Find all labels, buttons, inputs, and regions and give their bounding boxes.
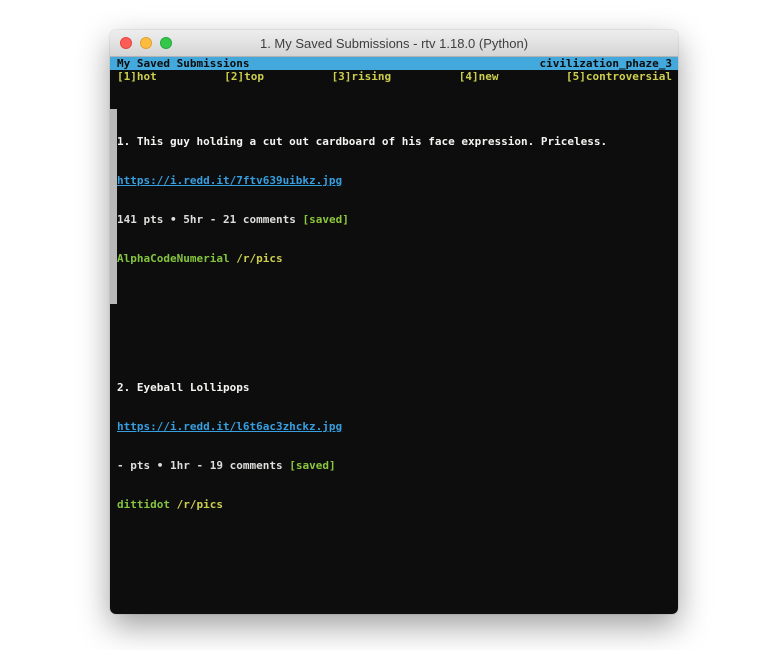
submission-title: 1. This guy holding a cut out cardboard … (117, 135, 672, 148)
status-header-bar: My Saved Submissions civilization_phaze_… (110, 57, 678, 70)
submission-row[interactable]: 3. This group of kittens love their owne… (117, 601, 672, 614)
saved-badge: [saved] (289, 459, 335, 472)
sort-top[interactable]: [2]top (224, 70, 264, 83)
submission-byline: AlphaCodeNumerial /r/pics (117, 252, 672, 265)
submission-byline: dittidot /r/pics (117, 498, 672, 511)
age-and-comments: 1hr - 19 comments (163, 459, 289, 472)
submission-stats: - pts • 1hr - 19 comments [saved] (117, 459, 672, 472)
rtv-terminal: My Saved Submissions civilization_phaze_… (110, 57, 678, 614)
submission-stats: 141 pts • 5hr - 21 comments [saved] (117, 213, 672, 226)
points-count: - pts (117, 459, 157, 472)
logged-in-username: civilization_phaze_3 (540, 57, 672, 70)
rtv-window: 1. My Saved Submissions - rtv 1.18.0 (Py… (110, 30, 678, 614)
submission-author: AlphaCodeNumerial (117, 252, 230, 265)
submission-title-line: 1. This guy holding a cut out cardboard … (117, 135, 672, 148)
submission-row[interactable]: 1. This guy holding a cut out cardboard … (117, 109, 672, 304)
sort-hot[interactable]: [1]hot (117, 70, 157, 83)
submission-subreddit: /r/pics (236, 252, 282, 265)
window-titlebar[interactable]: 1. My Saved Submissions - rtv 1.18.0 (Py… (110, 30, 678, 57)
window-title: 1. My Saved Submissions - rtv 1.18.0 (Py… (110, 36, 678, 51)
submission-link[interactable]: https://i.redd.it/7ftv639uibkz.jpg (117, 174, 342, 187)
traffic-lights (120, 30, 172, 56)
submission-title-line: 2. Eyeball Lollipops (117, 381, 672, 394)
desktop: 1. My Saved Submissions - rtv 1.18.0 (Py… (0, 0, 771, 650)
sort-menu: [1]hot [2]top [3]rising [4]new [5]contro… (110, 70, 678, 83)
submission-row[interactable]: 2. Eyeball Lollipops https://i.redd.it/l… (117, 355, 672, 550)
points-count: 141 pts (117, 213, 170, 226)
submission-url-line: https://i.redd.it/7ftv639uibkz.jpg (117, 174, 672, 187)
saved-badge: [saved] (302, 213, 348, 226)
submission-list: 1. This guy holding a cut out cardboard … (110, 83, 678, 614)
sort-controversial[interactable]: [5]controversial (566, 70, 672, 83)
submission-author: dittidot (117, 498, 170, 511)
submission-url-line: https://i.redd.it/l6t6ac3zhckz.jpg (117, 420, 672, 433)
submission-subreddit: /r/pics (177, 498, 223, 511)
page-title: My Saved Submissions (117, 57, 249, 70)
minimize-button[interactable] (140, 37, 152, 49)
sort-new[interactable]: [4]new (459, 70, 499, 83)
submission-link[interactable]: https://i.redd.it/l6t6ac3zhckz.jpg (117, 420, 342, 433)
age-and-comments: 5hr - 21 comments (177, 213, 303, 226)
zoom-button[interactable] (160, 37, 172, 49)
close-button[interactable] (120, 37, 132, 49)
vote-indicator-icon[interactable]: • (170, 213, 177, 226)
sort-rising[interactable]: [3]rising (332, 70, 392, 83)
submission-title: 2. Eyeball Lollipops (117, 381, 672, 394)
